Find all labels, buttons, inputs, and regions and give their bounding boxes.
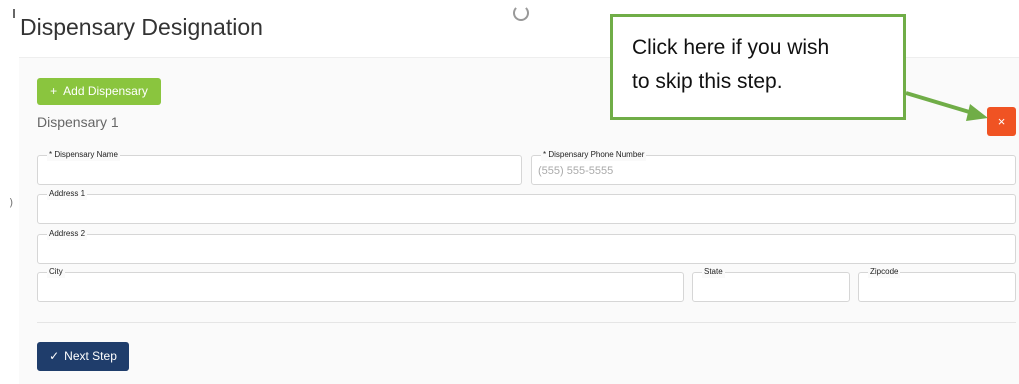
- loading-spinner-icon: [513, 5, 529, 21]
- dispensary-phone-field[interactable]: * Dispensary Phone Number (555) 555-5555: [531, 149, 1016, 185]
- collapse-handle-icon[interactable]: ): [9, 196, 13, 209]
- address1-label: Address 1: [47, 188, 88, 200]
- zipcode-field[interactable]: Zipcode: [858, 266, 1016, 302]
- plus-icon: +: [50, 84, 58, 98]
- close-icon: ×: [997, 114, 1006, 129]
- state-field[interactable]: State: [692, 266, 850, 302]
- page-title: Dispensary Designation: [20, 14, 263, 40]
- tutorial-callout: Click here if you wish to skip this step…: [610, 14, 906, 120]
- add-dispensary-button[interactable]: + Add Dispensary: [37, 78, 161, 105]
- dispensary-name-label: * Dispensary Name: [47, 149, 120, 161]
- city-label: City: [47, 266, 65, 278]
- address1-field[interactable]: Address 1: [37, 188, 1016, 224]
- state-label: State: [702, 266, 725, 278]
- city-field[interactable]: City: [37, 266, 684, 302]
- checkmark-icon: ✓: [49, 349, 60, 363]
- decorative-tick: [13, 9, 15, 18]
- callout-line-1: Click here if you wish: [632, 36, 830, 59]
- dispensary-name-field[interactable]: * Dispensary Name: [37, 149, 522, 185]
- address2-field[interactable]: Address 2: [37, 228, 1016, 264]
- add-dispensary-label: Add Dispensary: [63, 84, 148, 98]
- form-divider: [37, 322, 1016, 323]
- remove-dispensary-button[interactable]: ×: [987, 107, 1016, 136]
- dispensary-phone-placeholder: (555) 555-5555: [538, 165, 614, 177]
- dispensary-phone-label: * Dispensary Phone Number: [541, 149, 647, 161]
- zipcode-label: Zipcode: [868, 266, 901, 278]
- dispensary-section-label: Dispensary 1: [37, 114, 119, 130]
- address2-label: Address 2: [47, 228, 88, 240]
- next-step-button[interactable]: ✓ Next Step: [37, 342, 129, 371]
- next-step-label: Next Step: [64, 349, 117, 363]
- callout-line-2: to skip this step.: [632, 70, 783, 93]
